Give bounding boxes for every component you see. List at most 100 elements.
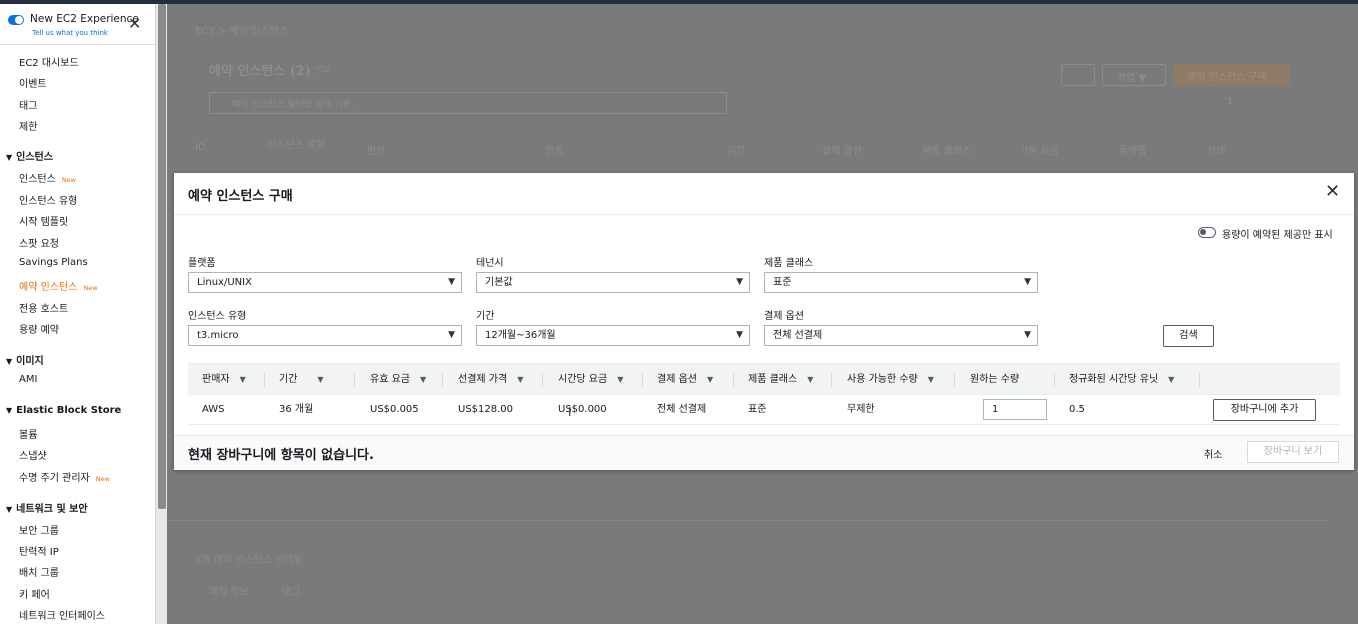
sidebar-section-network-security[interactable]: ▼ 네트워크 및 보안 (6, 500, 88, 515)
purchase-reserved-instances-modal: 예약 인스턴스 구매 ✕ 용량이 예약된 제공만 표시 플랫폼 Linux/UN… (174, 173, 1354, 470)
breadcrumb: EC2 > 예약 인스턴스 (195, 26, 288, 37)
sidebar-item-label: 수명 주기 관리자 (19, 473, 90, 484)
close-icon[interactable]: ✕ (1325, 182, 1340, 202)
sidebar-item-limits[interactable]: 제한 (19, 118, 37, 133)
sidebar-item-elastic-ips[interactable]: 탄력적 IP (19, 543, 59, 558)
header-label: 기간 (279, 374, 298, 385)
sidebar-section-images[interactable]: ▼ 이미지 (6, 352, 44, 367)
sidebar-item-volumes[interactable]: 볼륨 (19, 426, 37, 441)
sidebar-item-dedicated-hosts[interactable]: 전용 호스트 (19, 300, 68, 315)
instance-type-value: t3.micro (197, 330, 239, 341)
column-header-available-quantity[interactable]: 사용 가능한 수량 ▼ (847, 364, 934, 396)
caret-down-icon: ▼ (6, 357, 13, 366)
view-cart-button[interactable]: 장바구니 보기 (1247, 441, 1339, 463)
capacity-reservation-toggle[interactable] (1198, 227, 1216, 238)
table-row: AWS 36 개월 US$0.005 US$128.00 US$0.000 전체… (188, 395, 1340, 425)
sidebar-section-instances[interactable]: ▼ 인스턴스 (6, 148, 53, 163)
tab-tags: 태그 (282, 587, 301, 598)
sidebar-scrollbar[interactable] (155, 4, 167, 624)
offering-class-select[interactable]: 표준 ▼ (764, 272, 1038, 293)
capacity-toggle-label: 용량이 예약된 제공만 표시 (1222, 230, 1333, 241)
sidebar-item-ec2-dashboard[interactable]: EC2 대시보드 (19, 54, 79, 69)
offering-class-value: 표준 (773, 277, 792, 288)
new-experience-toggle[interactable] (8, 15, 24, 25)
header-label: 정규화된 시간당 유닛 (1069, 374, 1159, 385)
search-button[interactable]: 검색 (1163, 325, 1214, 347)
instance-type-select[interactable]: t3.micro ▼ (188, 325, 462, 346)
search-input: 예약 인스턴스 필터링 검색 기준 ... (209, 92, 727, 114)
details-panel: 1개 예약 인스턴스 선택됨 예약 정보 태그 (167, 520, 1330, 624)
header-label: 사용 가능한 수량 (847, 374, 918, 385)
caret-down-icon: ▼ (6, 505, 13, 514)
sort-icon: ▼ (1168, 375, 1175, 384)
header-label: 판매자 (202, 374, 230, 385)
column-header: 인스턴스 유형 (267, 140, 326, 151)
sidebar: New EC2 Experience Tell us what you thin… (0, 4, 155, 624)
cancel-button[interactable]: 취소 (1204, 446, 1222, 461)
column-header-normalized-units[interactable]: 정규화된 시간당 유닛 ▼ (1069, 364, 1174, 396)
sidebar-item-security-groups[interactable]: 보안 그룹 (19, 522, 59, 537)
sidebar-section-ebs[interactable]: ▼ Elastic Block Store (6, 405, 121, 416)
sidebar-item-tags[interactable]: 태그 (19, 97, 37, 112)
tenancy-select[interactable]: 기본값 ▼ (476, 272, 750, 293)
sidebar-item-placement-groups[interactable]: 배치 그룹 (19, 564, 59, 579)
column-header-payment-option[interactable]: 결제 옵션 ▼ (657, 364, 713, 396)
column-header-hourly-rate[interactable]: 시간당 요금 ▼ (558, 364, 623, 396)
sidebar-item-lifecycle-manager[interactable]: 수명 주기 관리자 New (19, 469, 110, 484)
desired-quantity-input[interactable]: 1 (983, 399, 1047, 420)
payment-option-select[interactable]: 전체 선결제 ▼ (764, 325, 1038, 346)
cell-payment-option: 전체 선결제 (657, 404, 707, 415)
page-title: 예약 인스턴스 (2) (209, 64, 311, 79)
platform-select[interactable]: Linux/UNIX ▼ (188, 272, 462, 293)
sidebar-item-launch-templates[interactable]: 시작 템플릿 (19, 213, 68, 228)
sidebar-item-spot-requests[interactable]: 스팟 요청 (19, 235, 59, 250)
sort-icon: ▼ (927, 375, 934, 384)
sidebar-item-snapshots[interactable]: 스냅샷 (19, 447, 47, 462)
column-separator (831, 373, 832, 387)
column-header-offering-class[interactable]: 제품 클래스 ▼ (748, 364, 813, 396)
sidebar-item-savings-plans[interactable]: Savings Plans (19, 257, 88, 268)
payment-option-label: 결제 옵션 (764, 311, 804, 322)
search-placeholder: 예약 인스턴스 필터링 검색 기준 ... (232, 100, 363, 110)
term-select[interactable]: 12개월~36개월 ▼ (476, 325, 750, 346)
column-separator (733, 373, 734, 387)
column-separator (264, 373, 265, 387)
column-header-effective-rate[interactable]: 유효 요금 ▼ (370, 364, 426, 396)
column-header: 만료 (545, 146, 564, 157)
column-header: 기간 (727, 146, 746, 157)
caret-down-icon: ▼ (6, 153, 13, 162)
sidebar-item-instance-types[interactable]: 인스턴스 유형 (19, 192, 77, 207)
add-to-cart-button[interactable]: 장바구니에 추가 (1213, 399, 1316, 421)
sidebar-item-reserved-instances[interactable]: 예약 인스턴스 New (19, 278, 98, 293)
sidebar-item-capacity-reservations[interactable]: 용량 예약 (19, 321, 59, 336)
column-header-term[interactable]: 기간 ▼ (279, 364, 324, 396)
column-header: 제품 클래스 (922, 146, 972, 157)
modal-title: 예약 인스턴스 구매 (188, 189, 293, 204)
sidebar-item-instances[interactable]: 인스턴스 New (19, 170, 76, 185)
platform-label: 플랫폼 (188, 258, 216, 269)
tenancy-value: 기본값 (485, 277, 513, 288)
column-header-seller[interactable]: 판매자 ▼ (202, 364, 246, 396)
caret-down-icon: ▼ (448, 277, 455, 287)
sidebar-item-events[interactable]: 이벤트 (19, 75, 47, 90)
section-label: 이미지 (16, 356, 44, 367)
info-link: 정보 (315, 65, 330, 74)
feedback-link[interactable]: Tell us what you think (32, 29, 108, 37)
tenancy-label: 테넌시 (476, 258, 504, 269)
column-header: 플랫폼 (1119, 146, 1147, 157)
caret-down-icon: ▼ (1024, 277, 1031, 287)
column-separator (1054, 373, 1055, 387)
offerings-table-header: 판매자 ▼ 기간 ▼ 유효 요금 ▼ 선결제 가격 ▼ 시간당 요금 ▼ 결제 옵션 ▼ 제… (188, 363, 1340, 395)
sidebar-item-ami[interactable]: AMI (19, 374, 37, 385)
column-header-upfront-price[interactable]: 선결제 가격 ▼ (458, 364, 523, 396)
column-header: 기본 요금 (1019, 146, 1059, 157)
sort-icon: ▼ (239, 375, 246, 384)
new-badge: New (83, 284, 98, 292)
sidebar-item-key-pairs[interactable]: 키 페어 (19, 586, 50, 601)
refresh-button (1061, 64, 1095, 86)
term-label: 기간 (476, 311, 495, 322)
sidebar-item-network-interfaces[interactable]: 네트워크 인터페이스 (19, 607, 105, 622)
close-icon[interactable]: ✕ (128, 16, 141, 32)
scrollbar-thumb[interactable] (158, 4, 166, 509)
modal-footer: 현재 장바구니에 항목이 없습니다. 취소 장바구니 보기 (174, 435, 1354, 470)
